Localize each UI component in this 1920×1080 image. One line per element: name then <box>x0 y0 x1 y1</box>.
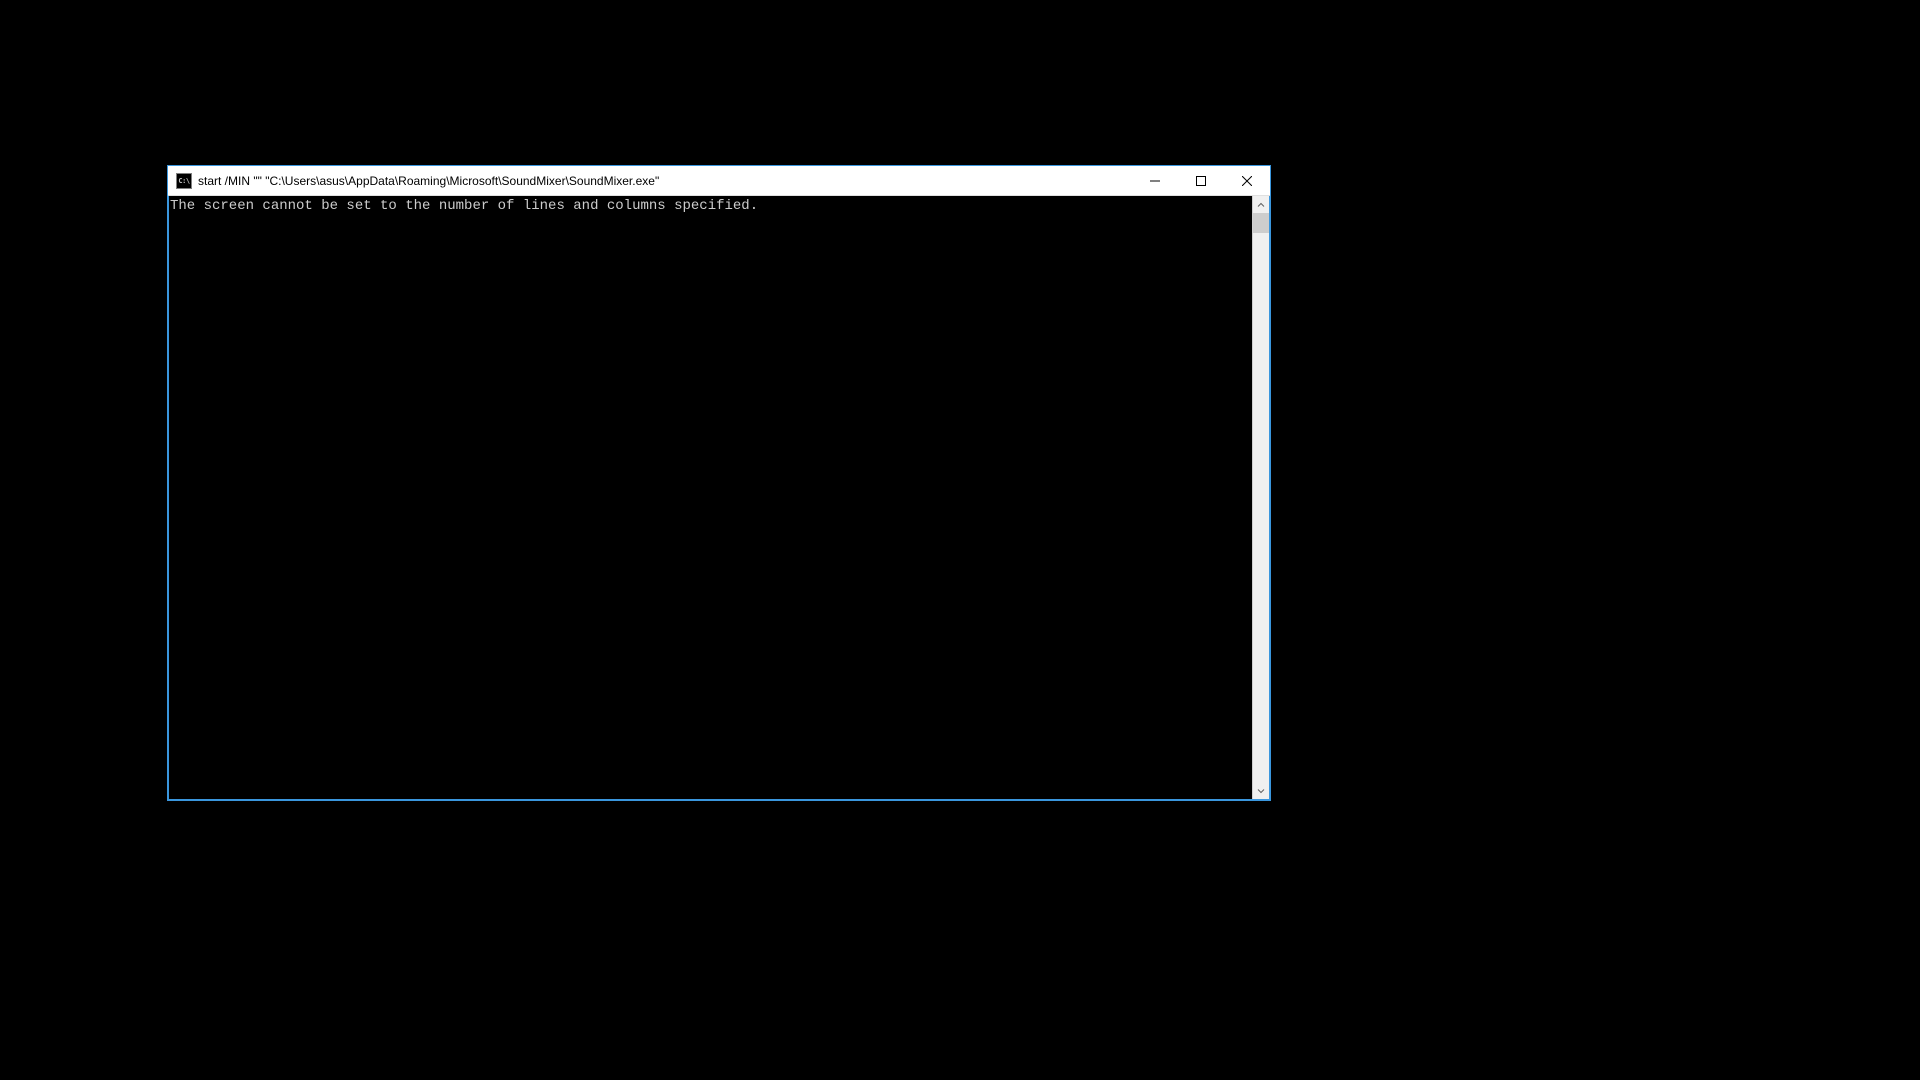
scroll-down-button[interactable] <box>1253 782 1269 799</box>
scroll-up-button[interactable] <box>1253 196 1269 213</box>
maximize-icon <box>1196 176 1206 186</box>
command-prompt-window: C:\ start /MIN "" "C:\Users\asus\AppData… <box>167 165 1271 801</box>
window-title: start /MIN "" "C:\Users\asus\AppData\Roa… <box>198 174 1132 188</box>
close-button[interactable] <box>1224 166 1270 195</box>
chevron-up-icon <box>1257 201 1265 209</box>
titlebar[interactable]: C:\ start /MIN "" "C:\Users\asus\AppData… <box>168 166 1270 196</box>
terminal-output[interactable]: The screen cannot be set to the number o… <box>169 196 1252 799</box>
maximize-button[interactable] <box>1178 166 1224 195</box>
minimize-button[interactable] <box>1132 166 1178 195</box>
content-area: The screen cannot be set to the number o… <box>168 196 1270 800</box>
cmd-icon: C:\ <box>176 173 192 189</box>
chevron-down-icon <box>1257 787 1265 795</box>
minimize-icon <box>1150 176 1160 186</box>
scroll-thumb[interactable] <box>1253 213 1269 233</box>
vertical-scrollbar[interactable] <box>1252 196 1269 799</box>
close-icon <box>1242 176 1252 186</box>
scroll-track[interactable] <box>1253 213 1269 782</box>
window-controls <box>1132 166 1270 195</box>
